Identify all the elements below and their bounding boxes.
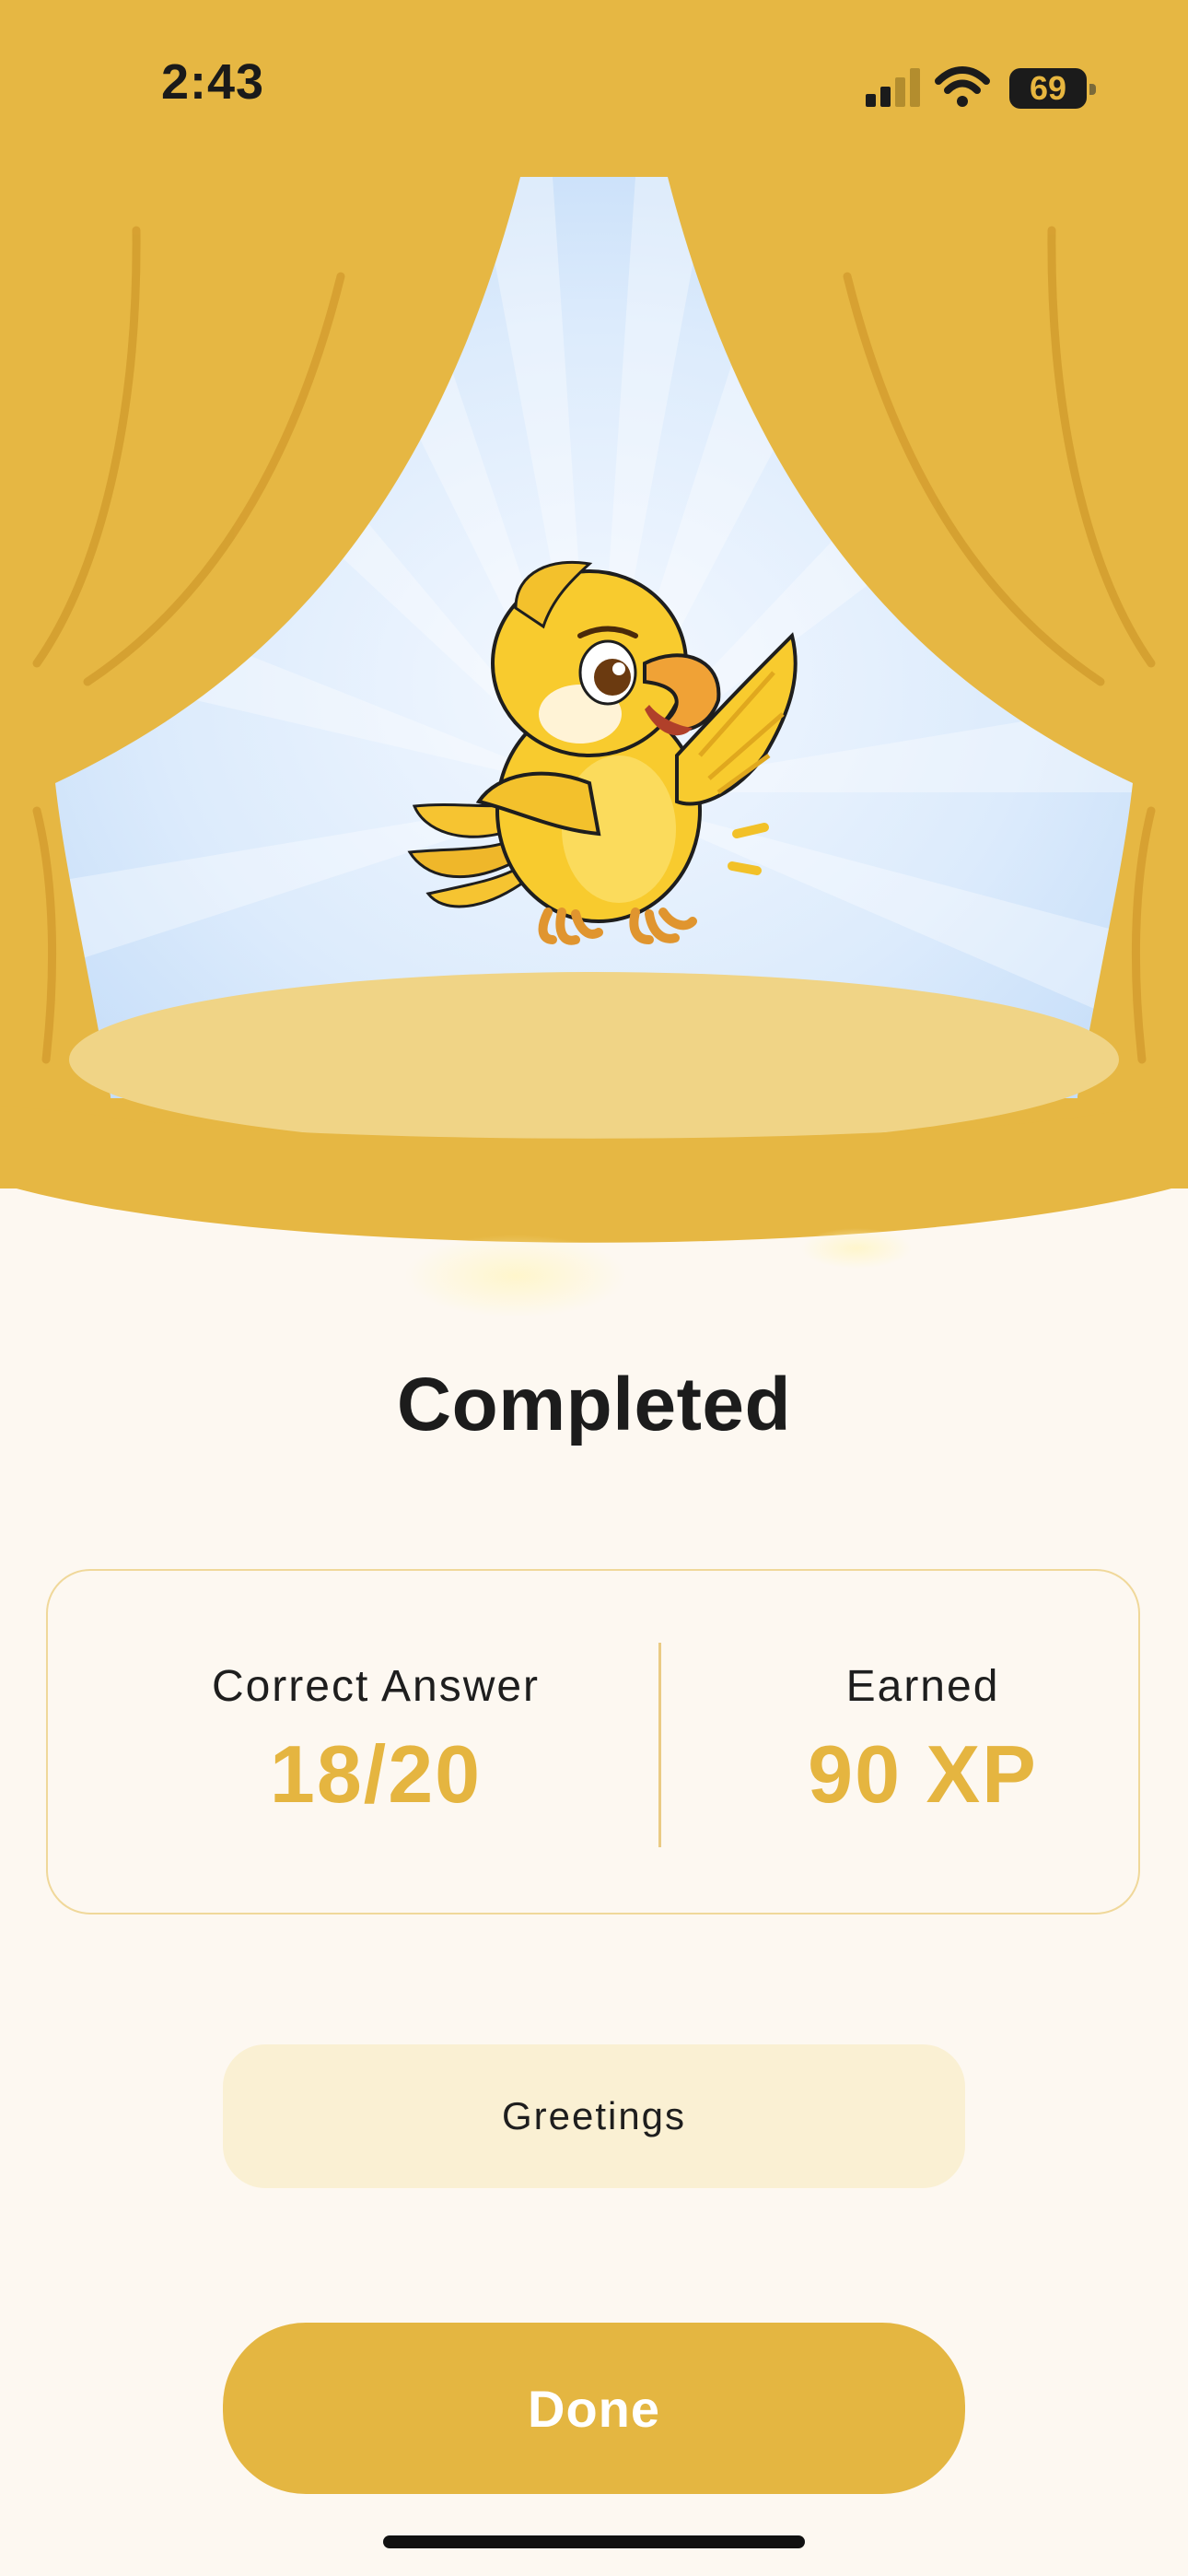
status-time: 2:43	[161, 54, 265, 110]
battery-level: 69	[1029, 69, 1067, 107]
earned-stat: Earned 90 XP	[705, 1571, 1140, 1913]
correct-answer-value: 18/20	[269, 1728, 483, 1820]
correct-answer-stat: Correct Answer 18/20	[48, 1571, 704, 1913]
cellular-signal-icon	[866, 68, 920, 107]
stats-card: Correct Answer 18/20 Earned 90 XP	[46, 1569, 1140, 1914]
wifi-icon	[935, 66, 990, 107]
correct-answer-label: Correct Answer	[211, 1662, 541, 1711]
stats-divider	[658, 1643, 661, 1847]
status-bar: 2:43 69	[0, 0, 1188, 175]
battery-icon: 69	[1009, 68, 1096, 109]
done-button[interactable]: Done	[223, 2323, 965, 2494]
hero-stage	[0, 0, 1188, 1336]
home-indicator[interactable]	[383, 2535, 805, 2548]
earned-value: 90 XP	[808, 1728, 1038, 1820]
stage-illustration	[0, 0, 1188, 1317]
page-title: Completed	[396, 1363, 792, 1446]
earned-label: Earned	[845, 1662, 1000, 1711]
topic-chip: Greetings	[223, 2044, 965, 2188]
system-icons: 69	[838, 64, 1096, 111]
stage-floor	[69, 972, 1119, 1147]
